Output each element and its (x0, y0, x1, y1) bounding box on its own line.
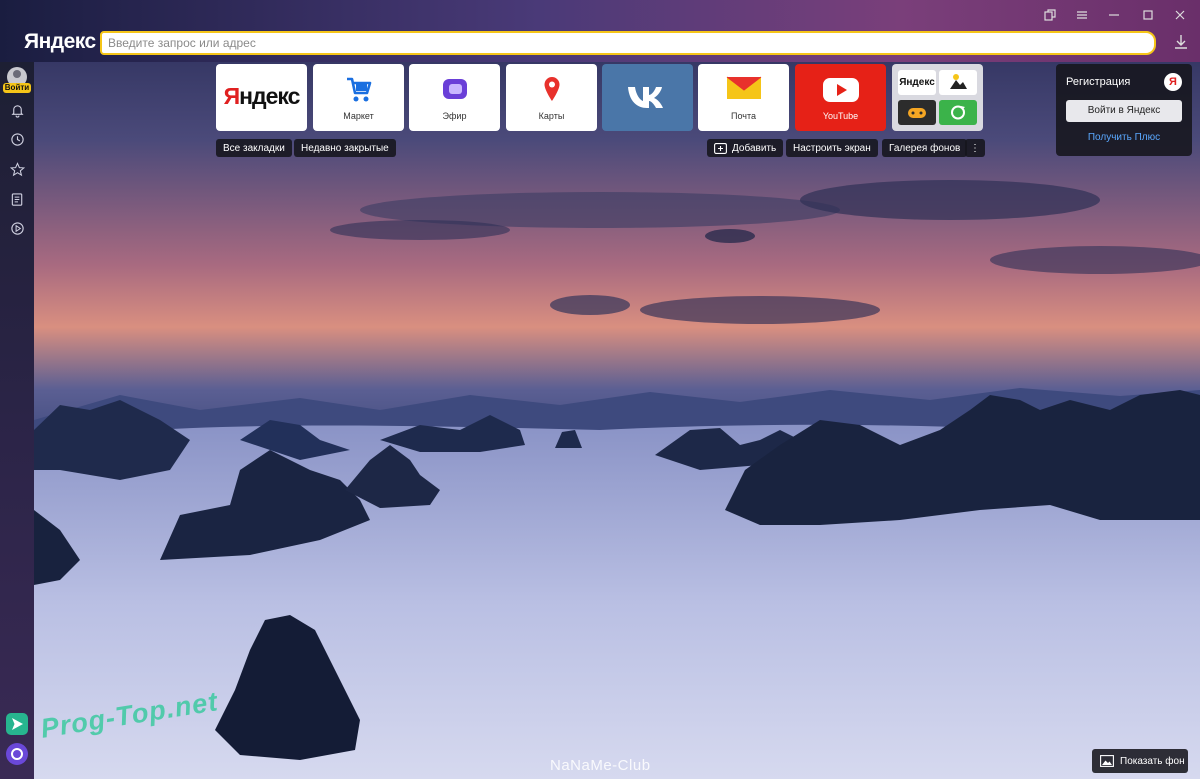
yandex-wordmark: Яндекс (223, 83, 301, 109)
watermark-naname: NaNaMe-Club (550, 757, 651, 774)
tile-label: Маркет (343, 111, 374, 121)
all-bookmarks-button[interactable]: Все закладки (216, 139, 292, 157)
mini-tile-images[interactable] (939, 70, 977, 95)
close-icon[interactable] (1166, 6, 1194, 24)
images-icon (950, 74, 967, 89)
sidebar: Войти (0, 62, 34, 779)
customize-screen-button[interactable]: Настроить экран (786, 139, 878, 157)
registration-title: Регистрация (1066, 76, 1131, 88)
tile-efir[interactable]: Эфир (409, 64, 500, 131)
efir-icon (440, 74, 470, 109)
login-badge[interactable]: Войти (3, 83, 31, 93)
tile-label: Почта (731, 111, 756, 121)
star-icon[interactable] (7, 159, 27, 179)
show-background-button[interactable]: Показать фон (1092, 749, 1188, 773)
search-input[interactable] (102, 33, 1154, 53)
minimize-icon[interactable] (1100, 6, 1128, 24)
add-button-label: Добавить (732, 142, 777, 154)
gamepad-icon (908, 108, 926, 118)
menu-icon[interactable] (1068, 6, 1096, 24)
title-bar: Яндекс (0, 0, 1200, 62)
alice-icon[interactable] (6, 743, 28, 765)
play-icon[interactable] (7, 218, 27, 238)
mini-tile-games[interactable] (898, 100, 936, 125)
download-icon[interactable] (1172, 34, 1190, 52)
mail-icon (725, 74, 763, 107)
mini-tile-yandex[interactable]: Яндекс (898, 70, 936, 95)
map-pin-icon (537, 74, 567, 109)
add-tile-icon (714, 142, 727, 154)
yandex-badge-icon: Я (1164, 73, 1182, 91)
get-plus-link[interactable]: Получить Плюс (1056, 132, 1192, 143)
bell-icon[interactable] (7, 100, 27, 120)
tile-label: Карты (538, 111, 565, 121)
recently-closed-button[interactable]: Недавно закрытые (294, 139, 396, 157)
add-button[interactable]: Добавить (707, 139, 784, 157)
vk-logo-icon (624, 81, 672, 118)
show-background-label: Показать фон (1120, 755, 1185, 767)
tile-yandex[interactable]: Яндекс (216, 64, 307, 131)
tile-youtube[interactable]: YouTube (795, 64, 886, 131)
image-icon (1100, 755, 1114, 767)
tile-mail[interactable]: Почта (698, 64, 789, 131)
tile-market[interactable]: Маркет (313, 64, 404, 131)
cart-icon (344, 74, 374, 109)
youtube-icon (822, 76, 860, 109)
news-icon[interactable] (7, 189, 27, 209)
tile-label: YouTube (822, 111, 859, 121)
more-options-button[interactable]: ⋮ (965, 139, 985, 157)
account-panel: Регистрация Я Войти в Яндекс Получить Пл… (1056, 64, 1192, 156)
tile-group[interactable]: Яндекс (892, 64, 983, 131)
background-gallery-button[interactable]: Галерея фонов (882, 139, 968, 157)
history-icon[interactable] (7, 129, 27, 149)
tile-maps[interactable]: Карты (506, 64, 597, 131)
yandex-logo[interactable]: Яндекс (24, 30, 96, 54)
mini-tile-green[interactable] (939, 100, 977, 125)
maximize-icon[interactable] (1134, 6, 1162, 24)
send-app-icon[interactable] (6, 713, 28, 735)
refresh-icon (951, 105, 965, 120)
background-wallpaper (0, 0, 1200, 779)
tabs-list-icon[interactable] (1036, 6, 1064, 24)
tile-vk[interactable] (602, 64, 693, 131)
tile-label: Эфир (442, 111, 467, 121)
login-yandex-button[interactable]: Войти в Яндекс (1066, 100, 1182, 122)
address-bar[interactable] (100, 31, 1156, 55)
